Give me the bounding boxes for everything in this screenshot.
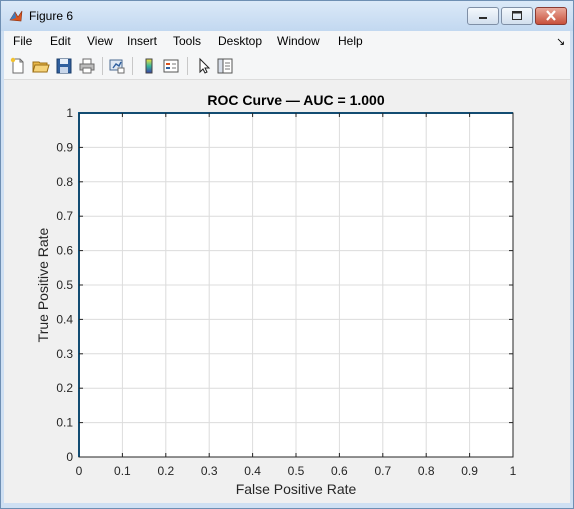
x-tick-label: 0.8 <box>418 464 435 478</box>
y-tick-label: 0.5 <box>56 278 73 292</box>
y-tick-label: 0.2 <box>56 381 73 395</box>
minimize-icon <box>479 17 487 19</box>
y-tick-label: 0.1 <box>56 416 73 430</box>
menu-edit[interactable]: Edit <box>50 34 71 48</box>
x-tick-label: 0.1 <box>114 464 131 478</box>
matlab-icon <box>9 10 23 22</box>
x-tick-label: 0.7 <box>374 464 391 478</box>
menu-window[interactable]: Window <box>277 34 320 48</box>
y-tick-label: 0.8 <box>56 175 73 189</box>
menu-insert[interactable]: Insert <box>127 34 157 48</box>
save-icon[interactable] <box>55 57 73 75</box>
x-tick-label: 0.2 <box>157 464 174 478</box>
x-tick-label: 0.4 <box>244 464 261 478</box>
chart-title: ROC Curve — AUC = 1.000 <box>207 92 384 108</box>
link-plot-icon[interactable] <box>108 57 126 75</box>
print-icon[interactable] <box>78 57 96 75</box>
new-figure-icon[interactable] <box>9 57 27 75</box>
roc-plot[interactable]: ROC Curve — AUC = 1.000 0 0.1 0.2 0.3 0.4 0.5… <box>4 80 570 503</box>
pointer-icon[interactable] <box>195 57 213 75</box>
menu-file[interactable]: File <box>13 34 32 48</box>
open-file-icon[interactable] <box>32 57 50 75</box>
figure-canvas: ROC Curve — AUC = 1.000 0 0.1 0.2 0.3 0.4 0.5… <box>4 80 570 503</box>
x-tick-label: 0.5 <box>288 464 305 478</box>
toolbar-separator <box>132 57 133 75</box>
property-editor-icon[interactable] <box>216 57 234 75</box>
title-bar[interactable]: Figure 6 <box>1 1 573 31</box>
menu-tools[interactable]: Tools <box>173 34 201 48</box>
x-tick-label: 0.3 <box>201 464 218 478</box>
toolbar-separator <box>187 57 188 75</box>
y-tick-label: 0.9 <box>56 140 73 154</box>
colorbar-icon[interactable] <box>140 57 158 75</box>
y-tick-label: 0.4 <box>56 312 73 326</box>
window-frame-bottom <box>4 503 570 507</box>
close-icon <box>546 10 556 21</box>
menu-desktop[interactable]: Desktop <box>218 34 262 48</box>
y-tick-label: 0.6 <box>56 244 73 258</box>
y-axis-label: True Positive Rate <box>35 227 51 342</box>
x-tick-label: 0 <box>76 464 83 478</box>
toolbar-separator <box>102 57 103 75</box>
menu-help[interactable]: Help <box>338 34 363 48</box>
figure-window: Figure 6 File Edit View Insert Tools Des… <box>0 0 574 509</box>
minimize-button[interactable] <box>467 7 499 25</box>
menu-bar: File Edit View Insert Tools Desktop Wind… <box>4 31 570 53</box>
x-tick-label: 1 <box>510 464 517 478</box>
figure-toolbar <box>4 53 570 80</box>
close-button[interactable] <box>535 7 567 25</box>
x-axis-label: False Positive Rate <box>236 481 357 497</box>
window-title: Figure 6 <box>29 9 74 23</box>
y-tick-label: 0.3 <box>56 347 73 361</box>
maximize-icon <box>512 11 522 20</box>
x-tick-label: 0.6 <box>331 464 348 478</box>
dock-arrow-icon[interactable]: ↘ <box>556 35 565 48</box>
maximize-button[interactable] <box>501 7 533 25</box>
x-tick-label: 0.9 <box>461 464 478 478</box>
y-tick-label: 0.7 <box>56 209 73 223</box>
menu-view[interactable]: View <box>87 34 113 48</box>
y-tick-label: 1 <box>66 106 73 120</box>
y-tick-label: 0 <box>66 450 73 464</box>
legend-icon[interactable] <box>162 57 180 75</box>
